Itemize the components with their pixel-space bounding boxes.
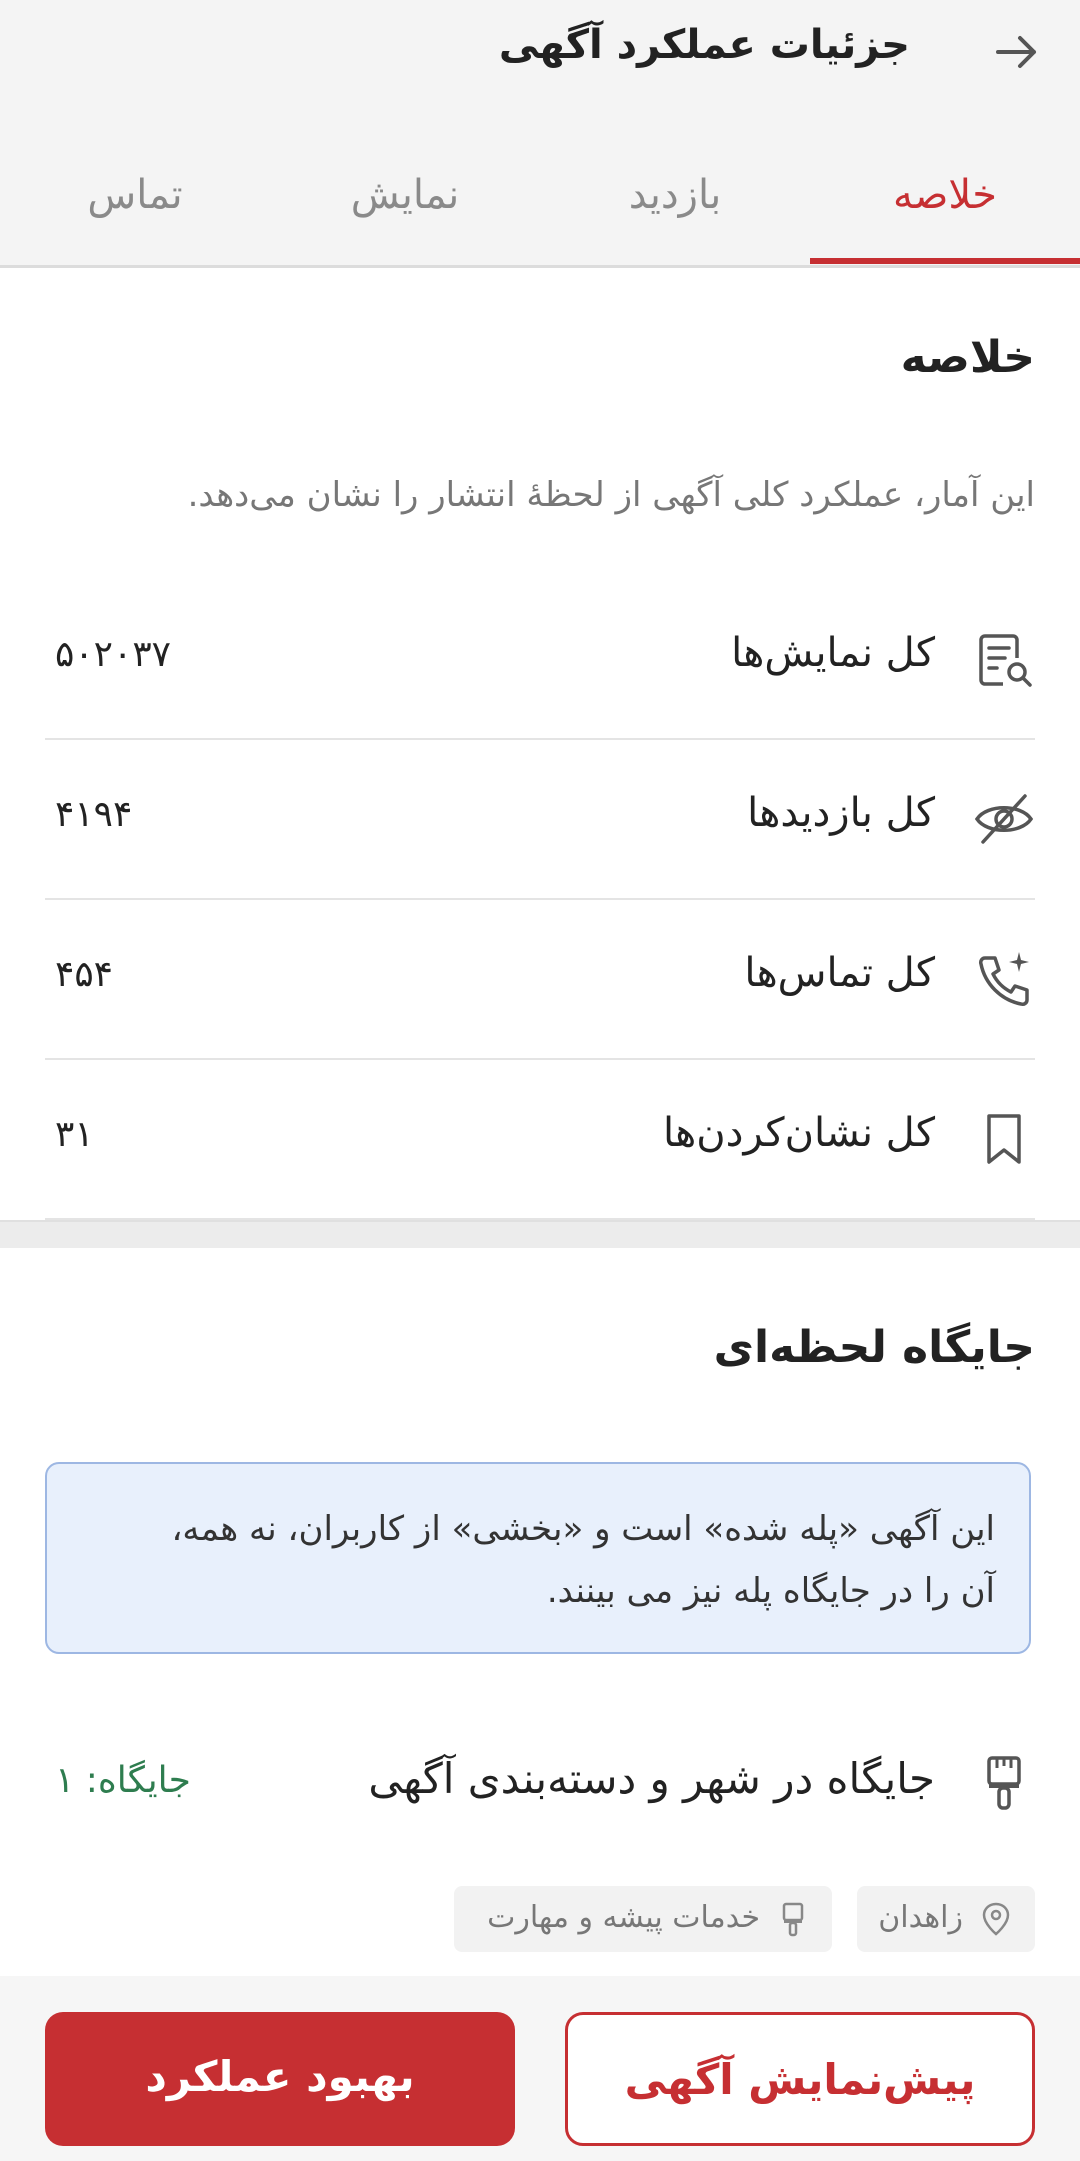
info-line-1: این آگهی «پله شده» است و «بخشی» از کاربر… [171, 1509, 995, 1549]
stat-label: کل نمایش‌ها [731, 630, 935, 676]
tab-summary[interactable]: خلاصه [810, 172, 1080, 218]
stat-label: کل تماس‌ها [744, 950, 935, 996]
tab-visits[interactable]: بازدید [540, 172, 810, 218]
city-chip: زاهدان [857, 1886, 1035, 1952]
brush-icon [782, 1902, 804, 1937]
summary-heading: خلاصه [900, 332, 1035, 383]
preview-ad-button[interactable]: پیش‌نمایش آگهی [565, 2012, 1035, 2146]
rank-row: جایگاه در شهر و دسته‌بندی آگهی جایگاه: ۱ [45, 1740, 1035, 1830]
stat-row-visits: کل بازدیدها ۴۱۹۴ [45, 738, 1035, 900]
eye-off-icon [974, 794, 1034, 844]
page-title: جزئیات عملکرد آگهی [498, 22, 910, 68]
active-tab-indicator [810, 258, 1080, 264]
stat-value: ۵۰۲۰۳۷ [55, 634, 172, 675]
tab-contacts[interactable]: تماس [0, 172, 270, 218]
section-divider [0, 1220, 1080, 1248]
stat-label: کل بازدیدها [747, 790, 935, 836]
stat-value: ۳۱ [55, 1114, 94, 1155]
stat-row-bookmarks: کل نشان‌کردن‌ها ۳۱ [45, 1058, 1035, 1220]
stat-row-contacts: کل تماس‌ها ۴۵۴ [45, 898, 1035, 1060]
category-chip: خدمات پیشه و مهارت [454, 1886, 832, 1952]
phone-sparkle-icon [979, 952, 1029, 1006]
rank-label: جایگاه در شهر و دسته‌بندی آگهی [368, 1754, 935, 1803]
stat-value: ۴۱۹۴ [55, 794, 133, 835]
city-chip-label: زاهدان [878, 1900, 963, 1935]
location-pin-icon [982, 1902, 1010, 1936]
document-search-icon [979, 634, 1032, 687]
category-chip-label: خدمات پیشه و مهارت [487, 1900, 760, 1935]
stat-label: کل نشان‌کردن‌ها [662, 1110, 935, 1156]
rank-value: جایگاه: ۱ [55, 1760, 191, 1801]
stat-value: ۴۵۴ [55, 954, 114, 995]
brush-icon [987, 1756, 1021, 1810]
stat-row-impressions: کل نمایش‌ها ۵۰۲۰۳۷ [45, 578, 1035, 740]
info-line-2: آن را در جایگاه پله نیز می بینند. [546, 1571, 995, 1611]
improve-performance-button[interactable]: بهبود عملکرد [45, 2012, 515, 2146]
header: جزئیات عملکرد آگهی خلاصه بازدید نمایش تم… [0, 0, 1080, 268]
tab-impressions[interactable]: نمایش [270, 172, 540, 218]
back-arrow-icon[interactable] [992, 28, 1040, 76]
info-box: این آگهی «پله شده» است و «بخشی» از کاربر… [45, 1462, 1031, 1654]
summary-description: این آمار، عملکرد کلی آگهی از لحظهٔ انتشا… [187, 475, 1035, 515]
bookmark-icon [987, 1114, 1021, 1164]
ranking-heading: جایگاه لحظه‌ای [713, 1322, 1035, 1373]
